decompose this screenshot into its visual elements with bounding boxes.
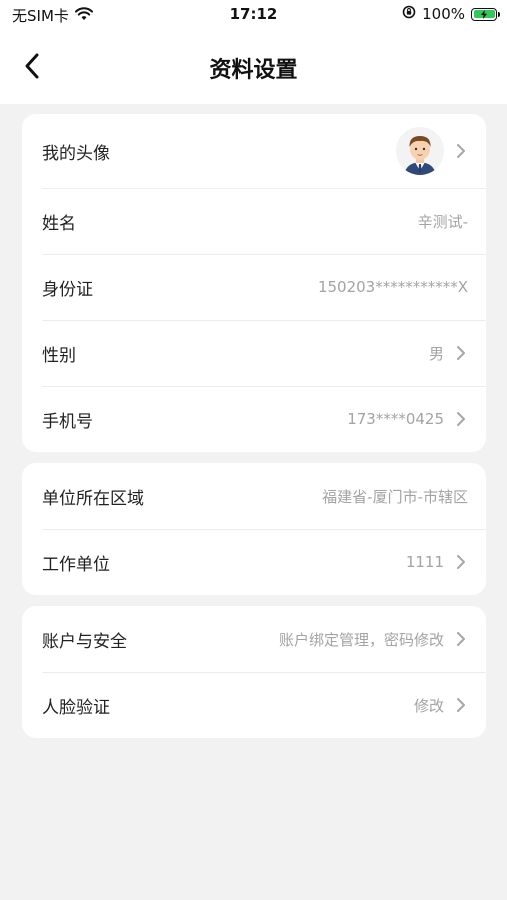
name-value: 辛测试- [417,212,468,231]
chevron-right-icon [454,553,468,571]
id-card-value: 150203***********X [317,278,468,296]
avatar-row[interactable]: 我的头像 [22,114,486,188]
phone-row[interactable]: 手机号 173****0425 [22,386,486,452]
gender-label: 性别 [42,345,76,366]
region-value: 福建省-厦门市-市辖区 [322,487,468,506]
chevron-right-icon [454,142,468,160]
orientation-lock-icon [402,5,416,23]
name-row[interactable]: 姓名 辛测试- [22,188,486,254]
region-row[interactable]: 单位所在区域 福建省-厦门市-市辖区 [22,463,486,529]
status-right: 100% [402,5,500,23]
id-card-row: 身份证 150203***********X [22,254,486,320]
face-verify-row[interactable]: 人脸验证 修改 [22,672,486,738]
account-security-row[interactable]: 账户与安全 账户绑定管理，密码修改 [22,606,486,672]
status-bar: 无SIM卡 17:12 100% [0,0,507,30]
battery-percent: 100% [422,5,465,23]
account-security-value: 账户绑定管理，密码修改 [278,630,444,649]
chevron-right-icon [454,696,468,714]
phone-label: 手机号 [42,411,93,432]
battery-icon [471,7,500,21]
gender-row[interactable]: 性别 男 [22,320,486,386]
face-verify-label: 人脸验证 [42,697,110,718]
page-title: 资料设置 [209,58,298,83]
company-row[interactable]: 工作单位 1111 [22,529,486,595]
company-label: 工作单位 [42,554,110,575]
security-card: 账户与安全 账户绑定管理，密码修改 人脸验证 修改 [22,606,486,738]
company-value: 1111 [405,553,444,571]
avatar-label: 我的头像 [42,143,110,164]
chevron-right-icon [454,410,468,428]
phone-value: 173****0425 [347,410,444,428]
name-label: 姓名 [42,213,76,234]
chevron-right-icon [454,344,468,362]
work-card: 单位所在区域 福建省-厦门市-市辖区 工作单位 1111 [22,463,486,595]
battery-fill [473,9,495,19]
avatar[interactable] [396,127,444,175]
nav-bar: 资料设置 [0,30,507,104]
account-security-label: 账户与安全 [42,631,127,652]
region-label: 单位所在区域 [42,488,144,509]
profile-card: 我的头像 姓名 辛测试- 身份证 150203***********X 性别 男… [22,114,486,452]
id-card-label: 身份证 [42,279,93,300]
chevron-right-icon [454,630,468,648]
gender-value: 男 [428,344,444,363]
face-verify-value: 修改 [413,696,444,715]
